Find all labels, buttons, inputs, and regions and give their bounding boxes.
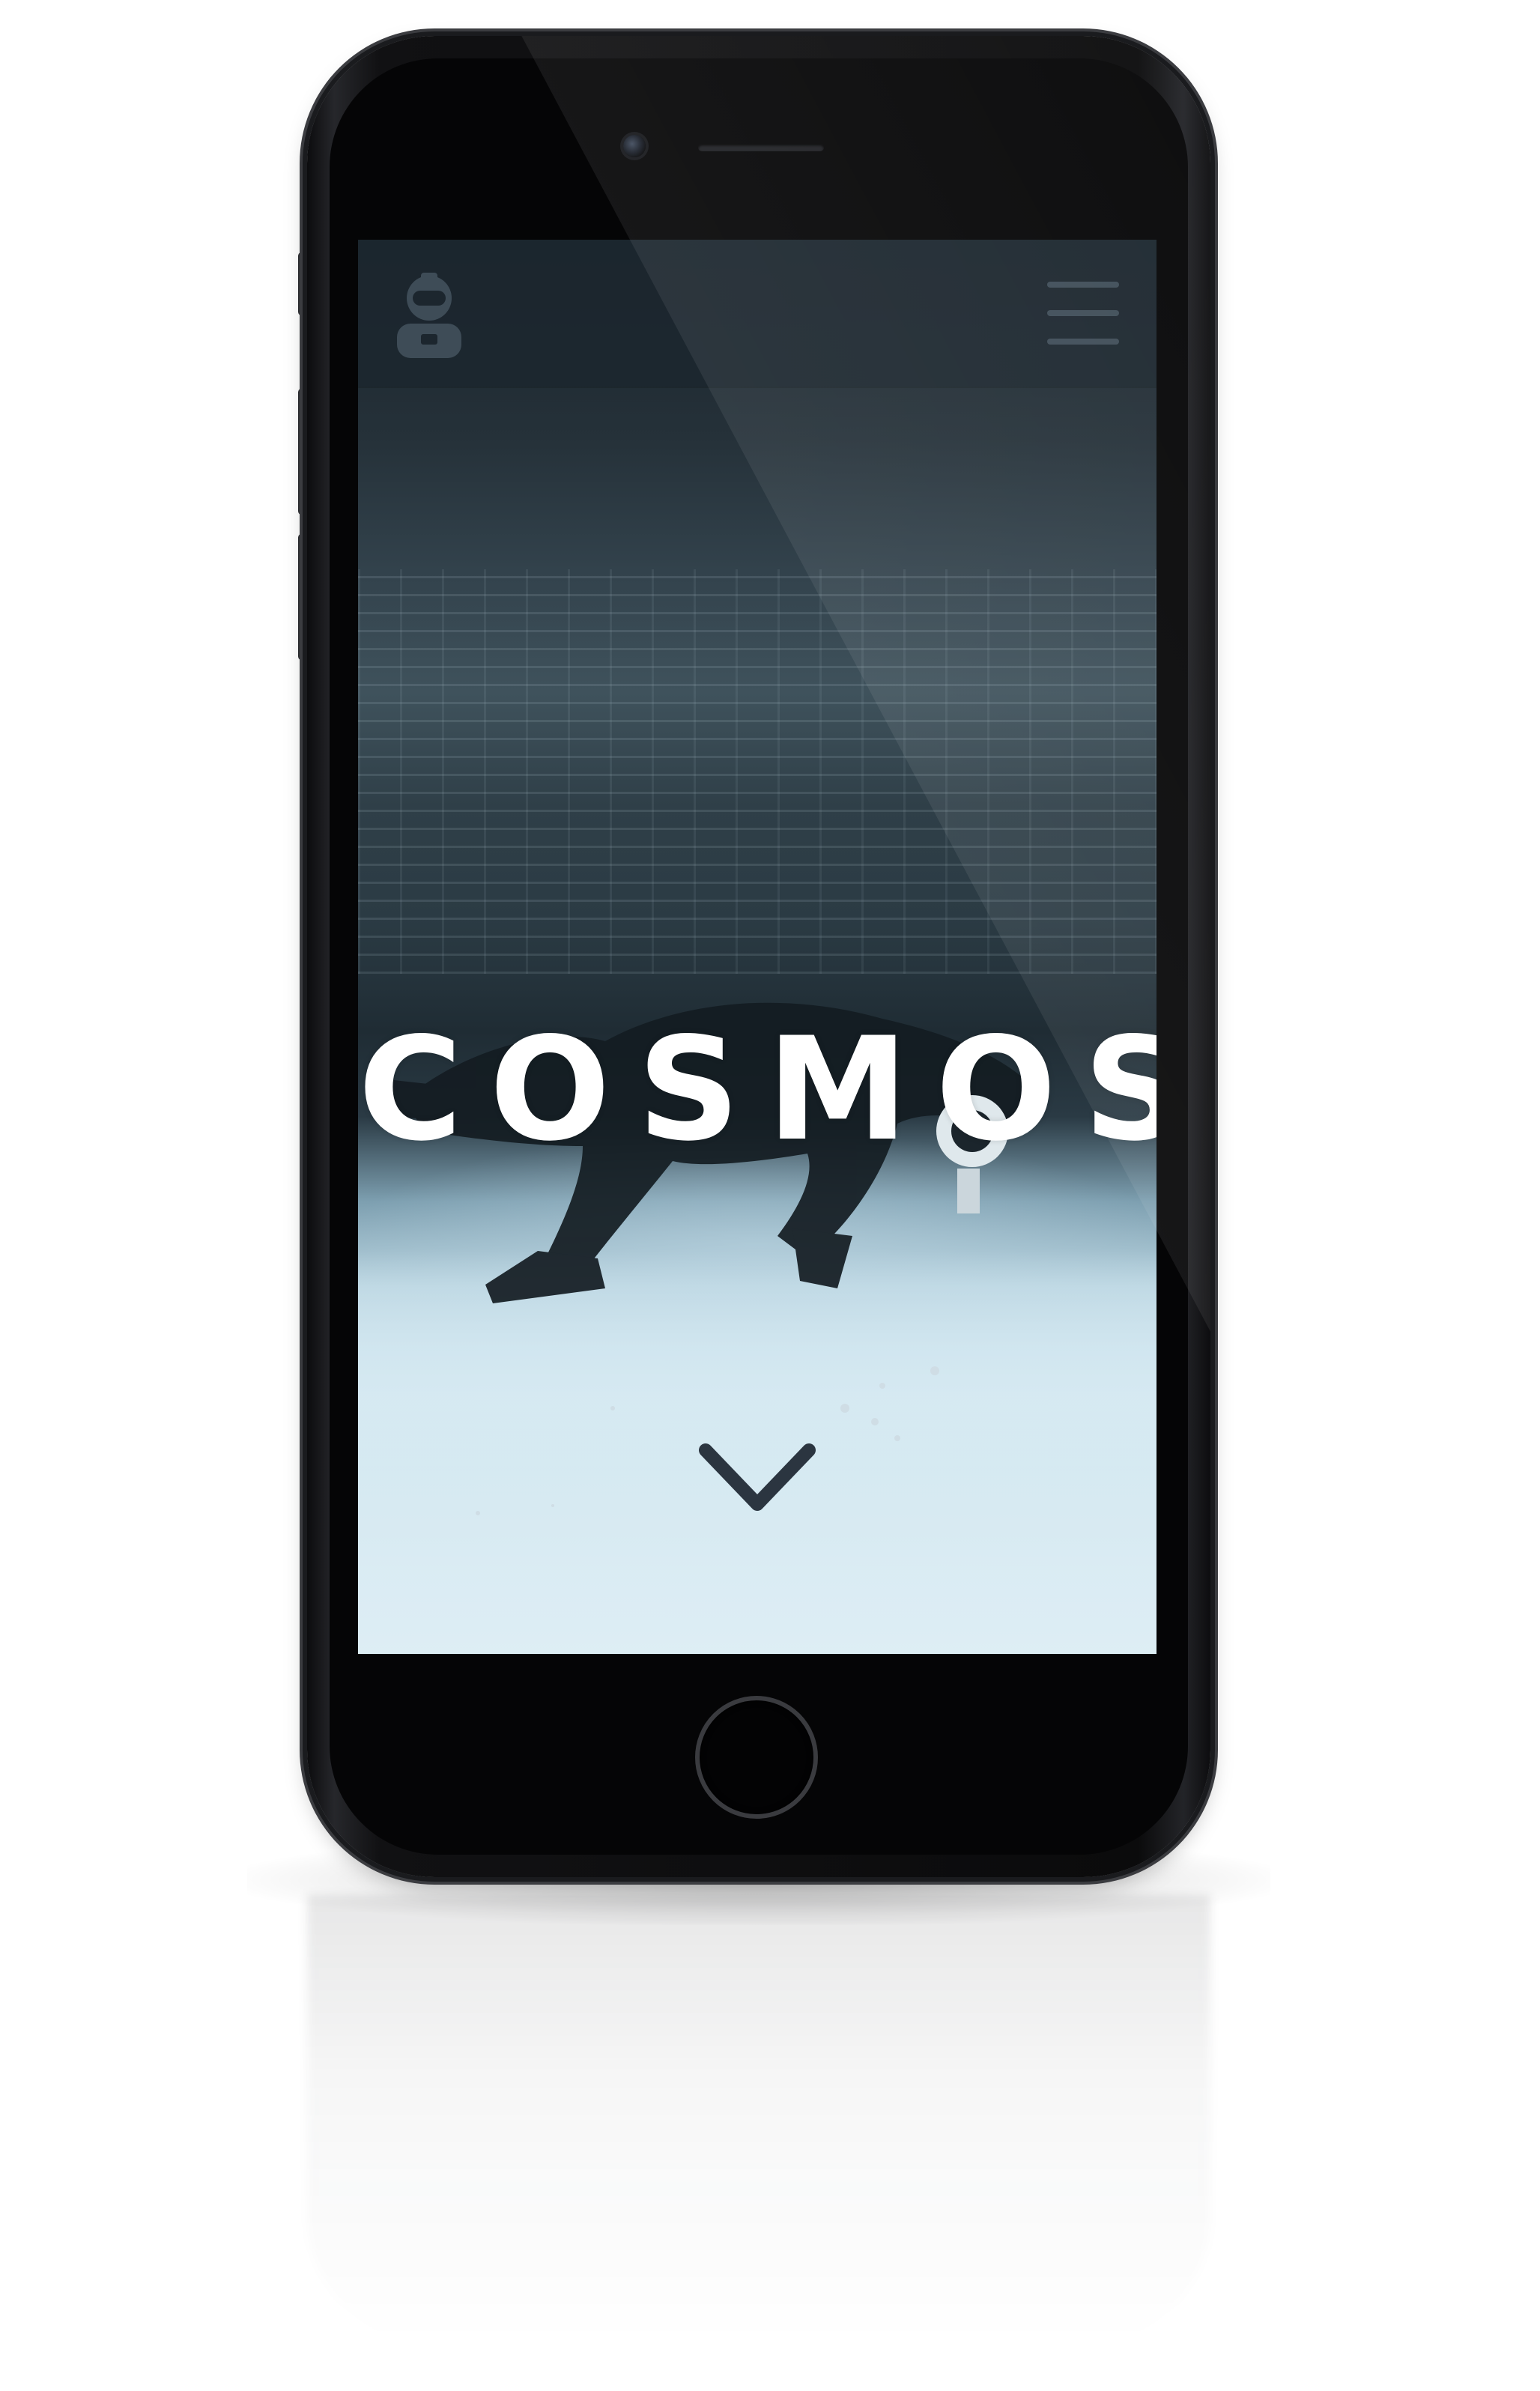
earpiece-speaker <box>698 144 824 151</box>
front-camera <box>623 135 646 157</box>
astronaut-icon[interactable] <box>388 270 470 360</box>
menu-line-bottom <box>1047 339 1119 345</box>
hero-title: COSMOS <box>358 1007 1156 1172</box>
menu-line-top <box>1047 282 1119 288</box>
hamburger-menu-icon[interactable] <box>1047 282 1119 345</box>
mockup-stage: COSMOS <box>0 0 1540 2391</box>
home-button[interactable] <box>695 1696 818 1819</box>
phone-reflection <box>307 1895 1210 2345</box>
app-header <box>358 240 1156 387</box>
menu-line-middle <box>1047 310 1119 316</box>
chevron-down-icon[interactable] <box>695 1438 819 1521</box>
phone-screen: COSMOS <box>358 240 1156 1654</box>
